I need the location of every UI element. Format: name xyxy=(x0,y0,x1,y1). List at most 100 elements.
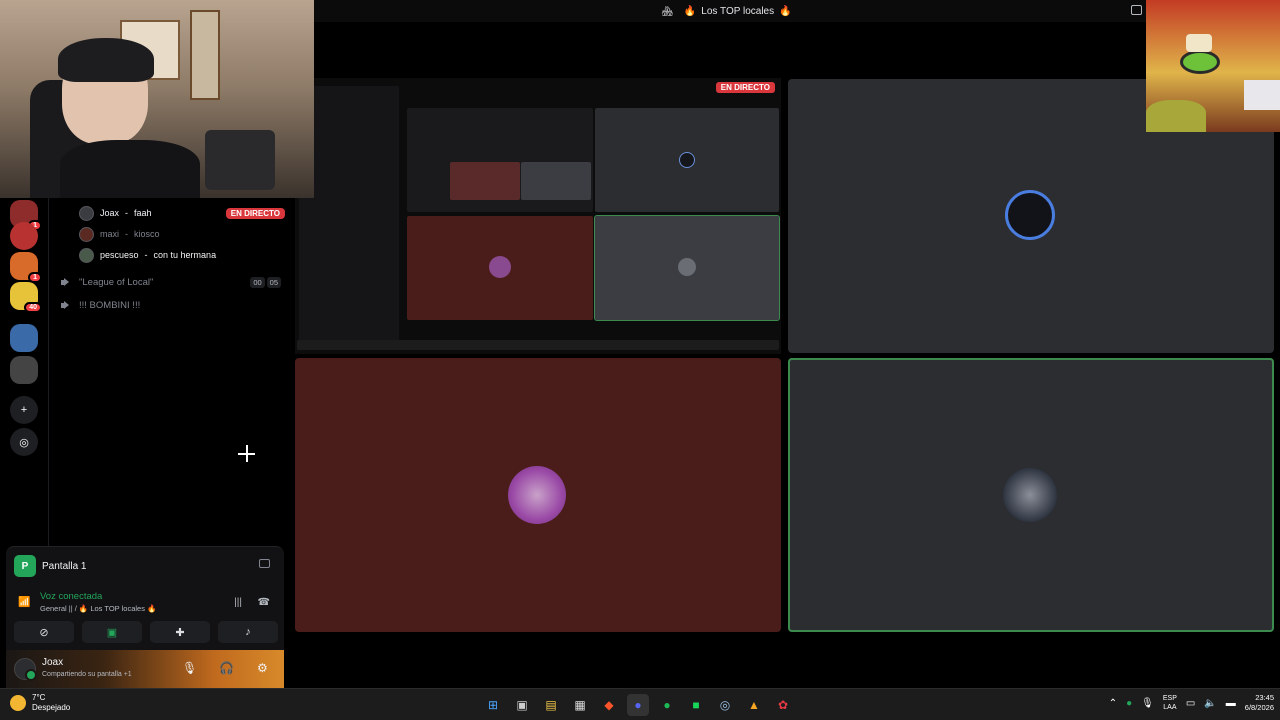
server-icon-3[interactable]: 1 xyxy=(10,252,42,283)
voice-channel-league[interactable]: "League of Local" 00 05 xyxy=(61,274,281,290)
share-screen-button[interactable]: ▣ xyxy=(82,621,142,643)
chevron-up-icon[interactable]: ⌃ xyxy=(1109,698,1117,709)
voice-user-joax[interactable]: Joax - faah EN DIRECTO xyxy=(79,204,285,222)
screen-share-title: Pantalla 1 xyxy=(42,560,87,572)
avatar[interactable] xyxy=(14,658,37,681)
voice-user-name: maxi xyxy=(100,229,120,239)
avatar xyxy=(679,152,695,168)
settings-app-icon[interactable]: ✿ xyxy=(772,694,794,716)
user-status: Compartiendo su pantalla +1 xyxy=(42,671,132,678)
app-icon[interactable]: ▲ xyxy=(743,694,765,716)
windows-start-icon[interactable]: ⊞ xyxy=(482,694,504,716)
participant-tile-speaking[interactable] xyxy=(788,358,1274,632)
spotify-icon[interactable]: ● xyxy=(656,694,678,716)
network-icon[interactable]: ▭ xyxy=(1186,698,1195,709)
window-title-bar: 🏘 🔥 Los TOP locales 🔥 xyxy=(312,0,1146,22)
microphone-arm xyxy=(205,130,275,190)
separator: - xyxy=(125,229,129,239)
headphones-icon[interactable]: 🎧 xyxy=(219,661,234,675)
separator: - xyxy=(144,250,148,260)
weather-temp: 7°C xyxy=(32,693,46,702)
game-sign xyxy=(1186,34,1212,52)
screen-share-header: P Pantalla 1 xyxy=(14,555,86,577)
status-icon[interactable]: ● xyxy=(1126,698,1132,709)
gear-icon[interactable]: ⚙ xyxy=(257,661,268,675)
avatar xyxy=(508,466,566,524)
game-prop xyxy=(1146,100,1206,132)
server-icon-4[interactable]: 40 xyxy=(10,282,42,313)
voice-status-text[interactable]: Voz conectada xyxy=(40,591,102,602)
taskbar: 7°C Despejado ⊞ ▣ ▤ ▦ ◆ ● ● ■ ◎ ▲ ✿ ⌃ ● … xyxy=(0,688,1280,720)
nested-tile xyxy=(521,162,591,200)
server-rail: 1 1 40 + ◎ xyxy=(0,196,48,546)
camera-off-button[interactable]: ⊘ xyxy=(14,621,74,643)
notification-badge: 40 xyxy=(24,302,42,313)
inbox-icon[interactable] xyxy=(1131,5,1142,15)
flame-icon: 🔥 xyxy=(683,5,697,17)
task-view-icon[interactable]: ▣ xyxy=(511,694,533,716)
language-indicator[interactable]: ESP LAA xyxy=(1163,694,1177,712)
mic-icon[interactable]: 🎙 xyxy=(1141,698,1154,709)
volume-icon[interactable]: 🔈 xyxy=(1204,698,1216,709)
server-folder-icon[interactable] xyxy=(10,324,38,352)
voice-user-pescueso[interactable]: pescueso - con tu hermana xyxy=(79,246,285,264)
discord-icon[interactable]: ● xyxy=(627,694,649,716)
add-server-icon[interactable]: + xyxy=(10,396,38,424)
avatar xyxy=(678,258,696,276)
user-count-limit: 05 xyxy=(266,276,281,288)
game-prop xyxy=(1244,80,1280,110)
crosshair-cursor-icon xyxy=(238,445,255,462)
soundboard-button[interactable]: ♪ xyxy=(218,621,278,643)
voice-user-activity: con tu hermana xyxy=(153,250,217,260)
server-icon-2[interactable] xyxy=(10,222,38,250)
weather-widget[interactable]: 7°C Despejado xyxy=(10,693,70,713)
voice-channel-name: "League of Local" xyxy=(79,276,154,288)
keyboard-layout: LAA xyxy=(1163,704,1177,711)
microphone-icon[interactable]: 🎙 xyxy=(182,661,197,675)
battery-icon[interactable]: ▬ xyxy=(1226,698,1236,709)
participant-tile[interactable] xyxy=(295,358,781,632)
avatar xyxy=(79,205,94,221)
discover-icon[interactable]: ◎ xyxy=(10,428,38,456)
voice-user-activity: kiosco xyxy=(134,229,160,239)
disconnect-icon[interactable]: ☎ xyxy=(258,597,270,608)
speaker-icon xyxy=(61,300,71,310)
clock[interactable]: 23:45 6/8/2026 xyxy=(1245,693,1274,713)
avatar xyxy=(1005,190,1055,240)
screen-share-stream[interactable]: EN DIRECTO xyxy=(295,78,781,354)
popout-icon[interactable] xyxy=(259,559,270,568)
live-badge: EN DIRECTO xyxy=(715,82,775,93)
signal-icon: 📶 xyxy=(18,597,31,608)
avatar xyxy=(79,247,94,263)
screen-icon: P xyxy=(14,555,36,577)
discord-app-window: 🏘 🔥 Los TOP locales 🔥 1 1 40 + ◎ Joax - … xyxy=(0,0,1280,688)
sun-icon xyxy=(10,695,26,711)
steam-icon[interactable]: ◎ xyxy=(714,694,736,716)
noise-suppression-icon[interactable]: ||| xyxy=(234,597,242,608)
beanie xyxy=(58,38,154,82)
username[interactable]: Joax xyxy=(42,657,63,668)
file-explorer-icon[interactable]: ▤ xyxy=(540,694,562,716)
flame-icon: 🔥 xyxy=(779,5,792,17)
voice-user-maxi[interactable]: maxi - kiosco xyxy=(79,225,285,243)
clock-time: 23:45 xyxy=(1255,693,1274,702)
voice-channel-bombini[interactable]: !!! BOMBINI !!! xyxy=(61,297,281,313)
voice-status: 📶 Voz conectada General || / 🔥 Los TOP l… xyxy=(14,589,278,619)
store-icon[interactable]: ▦ xyxy=(569,694,591,716)
channel-list: Joax - faah EN DIRECTO maxi - kiosco pes… xyxy=(48,196,288,546)
game-overlay xyxy=(1146,0,1280,132)
server-icon-6[interactable] xyxy=(10,356,38,384)
weather-desc: Despejado xyxy=(32,703,71,712)
nested-sidebar xyxy=(299,86,399,342)
voice-location: General || / 🔥 Los TOP locales 🔥 xyxy=(40,604,157,613)
user-count-current: 00 xyxy=(250,276,265,288)
avatar xyxy=(79,226,94,242)
brave-icon[interactable]: ◆ xyxy=(598,694,620,716)
webcam-overlay xyxy=(0,0,314,198)
activities-button[interactable]: ✚ xyxy=(150,621,210,643)
system-tray: ⌃ ● 🎙 ESP LAA ▭ 🔈 ▬ 23:45 6/8/2026 xyxy=(1109,693,1274,713)
taskbar-apps: ⊞ ▣ ▤ ▦ ◆ ● ● ■ ◎ ▲ ✿ xyxy=(482,694,794,716)
live-badge: EN DIRECTO xyxy=(225,207,285,219)
clock-date: 6/8/2026 xyxy=(1244,703,1274,712)
green-app-icon[interactable]: ■ xyxy=(685,694,707,716)
